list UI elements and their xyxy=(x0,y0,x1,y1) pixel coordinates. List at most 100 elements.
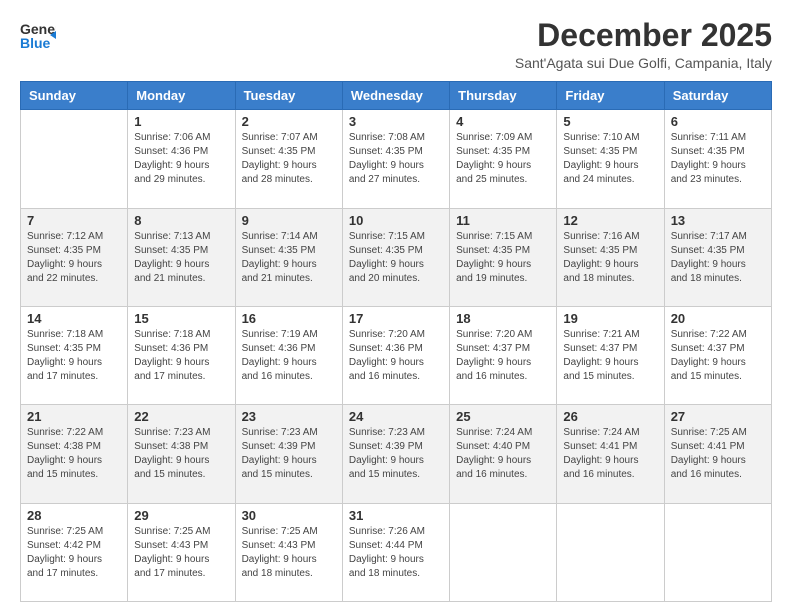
daylight-text: Daylight: 9 hours and 15 minutes. xyxy=(671,357,746,382)
day-info: Sunrise: 7:25 AM Sunset: 4:42 PM Dayligh… xyxy=(27,525,121,581)
daylight-text: Daylight: 9 hours and 17 minutes. xyxy=(27,357,102,382)
sunset-text: Sunset: 4:39 PM xyxy=(349,441,423,452)
day-info: Sunrise: 7:18 AM Sunset: 4:35 PM Dayligh… xyxy=(27,328,121,384)
table-row: 3 Sunrise: 7:08 AM Sunset: 4:35 PM Dayli… xyxy=(342,110,449,208)
sunset-text: Sunset: 4:42 PM xyxy=(27,540,101,551)
day-info: Sunrise: 7:10 AM Sunset: 4:35 PM Dayligh… xyxy=(563,131,657,187)
sunset-text: Sunset: 4:40 PM xyxy=(456,441,530,452)
sunset-text: Sunset: 4:39 PM xyxy=(242,441,316,452)
sunrise-text: Sunrise: 7:23 AM xyxy=(134,427,210,438)
day-info: Sunrise: 7:18 AM Sunset: 4:36 PM Dayligh… xyxy=(134,328,228,384)
calendar-header-row: Sunday Monday Tuesday Wednesday Thursday… xyxy=(21,82,772,110)
calendar-week-row: 21 Sunrise: 7:22 AM Sunset: 4:38 PM Dayl… xyxy=(21,405,772,503)
table-row: 2 Sunrise: 7:07 AM Sunset: 4:35 PM Dayli… xyxy=(235,110,342,208)
daylight-text: Daylight: 9 hours and 16 minutes. xyxy=(349,357,424,382)
table-row: 5 Sunrise: 7:10 AM Sunset: 4:35 PM Dayli… xyxy=(557,110,664,208)
sunset-text: Sunset: 4:35 PM xyxy=(349,245,423,256)
daylight-text: Daylight: 9 hours and 15 minutes. xyxy=(349,455,424,480)
sunset-text: Sunset: 4:35 PM xyxy=(242,245,316,256)
sunset-text: Sunset: 4:35 PM xyxy=(134,245,208,256)
daylight-text: Daylight: 9 hours and 29 minutes. xyxy=(134,160,209,185)
sunrise-text: Sunrise: 7:12 AM xyxy=(27,231,103,242)
sunset-text: Sunset: 4:35 PM xyxy=(671,245,745,256)
day-number: 3 xyxy=(349,114,443,129)
table-row: 25 Sunrise: 7:24 AM Sunset: 4:40 PM Dayl… xyxy=(450,405,557,503)
day-number: 21 xyxy=(27,409,121,424)
sunrise-text: Sunrise: 7:15 AM xyxy=(456,231,532,242)
sunrise-text: Sunrise: 7:26 AM xyxy=(349,526,425,537)
day-info: Sunrise: 7:15 AM Sunset: 4:35 PM Dayligh… xyxy=(456,230,550,286)
col-saturday: Saturday xyxy=(664,82,771,110)
table-row: 23 Sunrise: 7:23 AM Sunset: 4:39 PM Dayl… xyxy=(235,405,342,503)
sunrise-text: Sunrise: 7:07 AM xyxy=(242,132,318,143)
day-number: 9 xyxy=(242,213,336,228)
daylight-text: Daylight: 9 hours and 22 minutes. xyxy=(27,259,102,284)
sunset-text: Sunset: 4:35 PM xyxy=(242,146,316,157)
col-friday: Friday xyxy=(557,82,664,110)
sunset-text: Sunset: 4:43 PM xyxy=(134,540,208,551)
sunset-text: Sunset: 4:37 PM xyxy=(456,343,530,354)
table-row: 21 Sunrise: 7:22 AM Sunset: 4:38 PM Dayl… xyxy=(21,405,128,503)
table-row xyxy=(21,110,128,208)
sunrise-text: Sunrise: 7:15 AM xyxy=(349,231,425,242)
day-info: Sunrise: 7:08 AM Sunset: 4:35 PM Dayligh… xyxy=(349,131,443,187)
day-number: 5 xyxy=(563,114,657,129)
sunrise-text: Sunrise: 7:14 AM xyxy=(242,231,318,242)
day-number: 14 xyxy=(27,311,121,326)
day-info: Sunrise: 7:23 AM Sunset: 4:39 PM Dayligh… xyxy=(349,426,443,482)
sunset-text: Sunset: 4:35 PM xyxy=(671,146,745,157)
daylight-text: Daylight: 9 hours and 16 minutes. xyxy=(671,455,746,480)
daylight-text: Daylight: 9 hours and 15 minutes. xyxy=(242,455,317,480)
sunset-text: Sunset: 4:36 PM xyxy=(242,343,316,354)
daylight-text: Daylight: 9 hours and 16 minutes. xyxy=(456,455,531,480)
sunrise-text: Sunrise: 7:13 AM xyxy=(134,231,210,242)
daylight-text: Daylight: 9 hours and 18 minutes. xyxy=(671,259,746,284)
day-number: 4 xyxy=(456,114,550,129)
table-row: 8 Sunrise: 7:13 AM Sunset: 4:35 PM Dayli… xyxy=(128,208,235,306)
sunrise-text: Sunrise: 7:10 AM xyxy=(563,132,639,143)
sunrise-text: Sunrise: 7:24 AM xyxy=(456,427,532,438)
sunset-text: Sunset: 4:35 PM xyxy=(27,245,101,256)
table-row: 16 Sunrise: 7:19 AM Sunset: 4:36 PM Dayl… xyxy=(235,306,342,404)
sunrise-text: Sunrise: 7:25 AM xyxy=(242,526,318,537)
svg-text:Blue: Blue xyxy=(20,35,51,51)
day-number: 23 xyxy=(242,409,336,424)
day-info: Sunrise: 7:25 AM Sunset: 4:43 PM Dayligh… xyxy=(134,525,228,581)
sunrise-text: Sunrise: 7:11 AM xyxy=(671,132,746,143)
sunset-text: Sunset: 4:35 PM xyxy=(563,245,637,256)
sunset-text: Sunset: 4:36 PM xyxy=(134,146,208,157)
day-number: 30 xyxy=(242,508,336,523)
daylight-text: Daylight: 9 hours and 23 minutes. xyxy=(671,160,746,185)
day-info: Sunrise: 7:06 AM Sunset: 4:36 PM Dayligh… xyxy=(134,131,228,187)
table-row: 9 Sunrise: 7:14 AM Sunset: 4:35 PM Dayli… xyxy=(235,208,342,306)
table-row: 12 Sunrise: 7:16 AM Sunset: 4:35 PM Dayl… xyxy=(557,208,664,306)
day-number: 18 xyxy=(456,311,550,326)
day-number: 15 xyxy=(134,311,228,326)
sunset-text: Sunset: 4:43 PM xyxy=(242,540,316,551)
day-number: 6 xyxy=(671,114,765,129)
day-number: 17 xyxy=(349,311,443,326)
daylight-text: Daylight: 9 hours and 17 minutes. xyxy=(27,554,102,579)
title-section: December 2025 Sant'Agata sui Due Golfi, … xyxy=(515,18,772,71)
sunset-text: Sunset: 4:35 PM xyxy=(349,146,423,157)
day-info: Sunrise: 7:16 AM Sunset: 4:35 PM Dayligh… xyxy=(563,230,657,286)
daylight-text: Daylight: 9 hours and 21 minutes. xyxy=(242,259,317,284)
day-info: Sunrise: 7:11 AM Sunset: 4:35 PM Dayligh… xyxy=(671,131,765,187)
table-row xyxy=(557,503,664,601)
sunset-text: Sunset: 4:36 PM xyxy=(349,343,423,354)
daylight-text: Daylight: 9 hours and 17 minutes. xyxy=(134,554,209,579)
table-row: 27 Sunrise: 7:25 AM Sunset: 4:41 PM Dayl… xyxy=(664,405,771,503)
sunset-text: Sunset: 4:41 PM xyxy=(671,441,745,452)
daylight-text: Daylight: 9 hours and 21 minutes. xyxy=(134,259,209,284)
calendar-week-row: 14 Sunrise: 7:18 AM Sunset: 4:35 PM Dayl… xyxy=(21,306,772,404)
day-info: Sunrise: 7:19 AM Sunset: 4:36 PM Dayligh… xyxy=(242,328,336,384)
daylight-text: Daylight: 9 hours and 16 minutes. xyxy=(242,357,317,382)
day-number: 10 xyxy=(349,213,443,228)
calendar-table: Sunday Monday Tuesday Wednesday Thursday… xyxy=(20,81,772,602)
table-row: 22 Sunrise: 7:23 AM Sunset: 4:38 PM Dayl… xyxy=(128,405,235,503)
daylight-text: Daylight: 9 hours and 20 minutes. xyxy=(349,259,424,284)
sunset-text: Sunset: 4:35 PM xyxy=(27,343,101,354)
day-info: Sunrise: 7:12 AM Sunset: 4:35 PM Dayligh… xyxy=(27,230,121,286)
daylight-text: Daylight: 9 hours and 15 minutes. xyxy=(27,455,102,480)
day-number: 26 xyxy=(563,409,657,424)
